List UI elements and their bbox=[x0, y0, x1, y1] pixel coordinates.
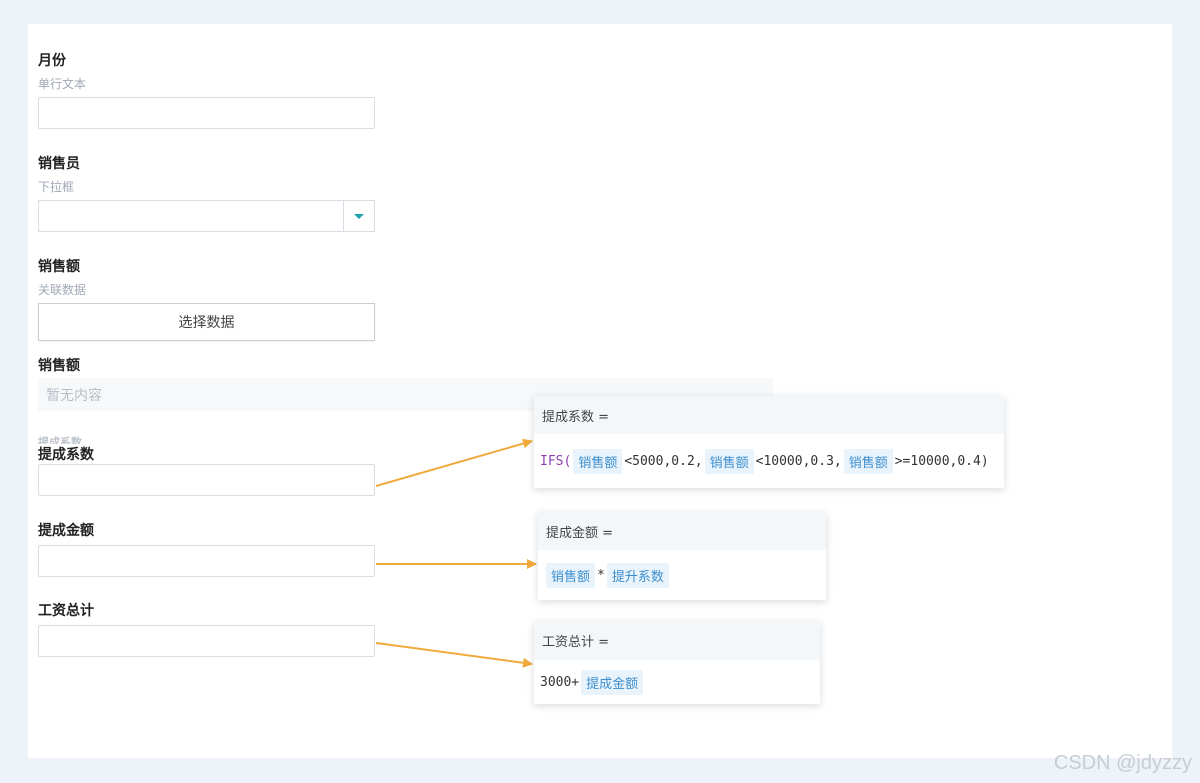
arrow-rate bbox=[375, 438, 533, 487]
formula-part: <5000,0.2, bbox=[624, 453, 703, 469]
formula-body-amount: 销售额 * 提升系数 bbox=[538, 550, 826, 600]
formula-title-salary: 工资总计 = bbox=[534, 621, 820, 660]
formula-card-rate: 提成系数 = IFS( 销售额 <5000,0.2, 销售额 <10000,0.… bbox=[534, 396, 1004, 488]
field-token: 提成金额 bbox=[581, 669, 644, 695]
formula-function: IFS( bbox=[540, 453, 572, 469]
formula-prefix: 3000+ bbox=[540, 674, 580, 690]
field-token: 销售额 bbox=[573, 448, 623, 474]
formula-card-salary: 工资总计 = 3000+ 提成金额 bbox=[534, 621, 820, 704]
formula-title-rate: 提成系数 = bbox=[534, 396, 1004, 434]
formula-part: >=10000,0.4) bbox=[894, 453, 989, 469]
field-token: 提升系数 bbox=[606, 562, 669, 588]
watermark: CSDN @jdyzzy bbox=[1053, 752, 1192, 774]
formula-body-salary: 3000+ 提成金额 bbox=[534, 660, 820, 704]
formula-part: <10000,0.3, bbox=[755, 453, 842, 469]
field-token: 销售额 bbox=[546, 562, 596, 588]
formula-body-rate: IFS( 销售额 <5000,0.2, 销售额 <10000,0.3, 销售额 … bbox=[534, 434, 1004, 488]
field-token: 销售额 bbox=[704, 448, 754, 474]
formula-title-amount: 提成金额 = bbox=[538, 512, 826, 550]
field-token: 销售额 bbox=[843, 448, 893, 474]
arrow-salary bbox=[375, 642, 533, 668]
formula-operator: * bbox=[597, 567, 605, 583]
formula-card-amount: 提成金额 = 销售额 * 提升系数 bbox=[538, 512, 826, 600]
